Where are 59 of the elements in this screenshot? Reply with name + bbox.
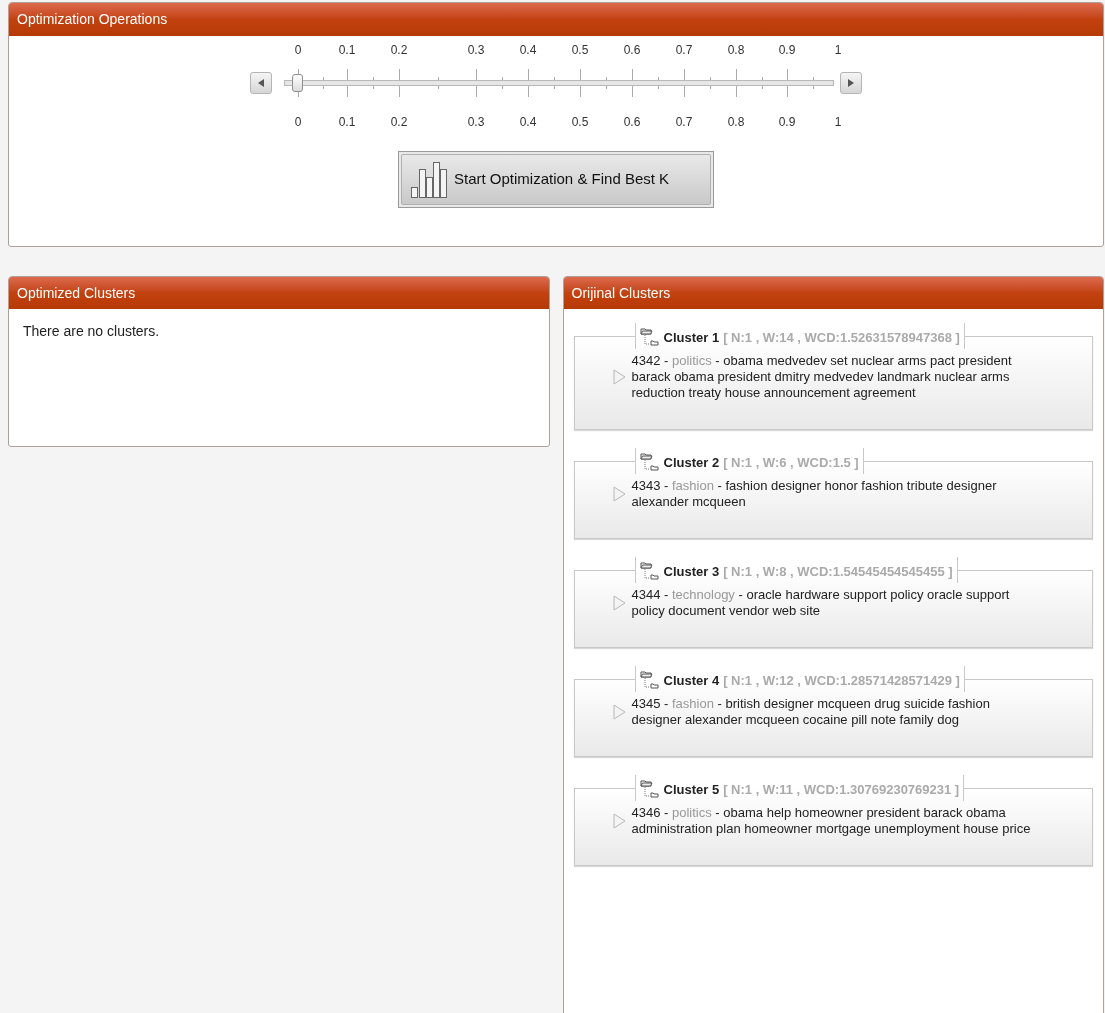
expand-triangle-icon[interactable] (612, 595, 626, 611)
tick-label: 0.3 (467, 114, 485, 131)
tick-label: 0 (294, 42, 302, 59)
tick-label: 0.2 (390, 42, 408, 59)
tick-label: 0.8 (727, 42, 745, 59)
panel-header: Orijinal Clusters (563, 277, 1103, 309)
tick-label: 0.3 (467, 42, 485, 59)
tick-label: 0.5 (571, 114, 589, 131)
tick-label: 0.7 (675, 42, 693, 59)
slider-left-button[interactable] (250, 72, 272, 94)
folder-tree-icon (639, 561, 660, 581)
panel-header: Optimization Operations (9, 3, 1103, 36)
empty-message: There are no clusters. (22, 322, 161, 341)
panel-header: Optimized Clusters (9, 277, 549, 309)
tick-label: 0.4 (519, 42, 537, 59)
folder-tree-icon (639, 670, 660, 690)
cluster-name: Cluster 4 (663, 671, 720, 690)
cluster-name: Cluster 5 (663, 780, 720, 799)
expand-triangle-icon[interactable] (612, 704, 626, 720)
tick-label: 0.1 (338, 114, 356, 131)
expand-triangle-icon[interactable] (612, 486, 626, 502)
expand-triangle-icon[interactable] (612, 369, 626, 385)
cluster-name: Cluster 2 (663, 453, 720, 472)
document-text: 4346 - politics - obama help homeowner president barack obama administration plan homeowner mortgage unemployment house price (631, 805, 1032, 837)
tick-label: 0.6 (623, 42, 641, 59)
cluster-stats: [ N:1 , W:12 , WCD:1.28571428571429 ] (723, 671, 960, 690)
cluster-stats: [ N:1 , W:6 , WCD:1.5 ] (723, 453, 859, 472)
document-text: 4344 - technology - oracle hardware support policy oracle support policy document vendor web site (631, 587, 1011, 619)
tick-label: 1 (834, 114, 842, 131)
document-text: 4342 - politics - obama medvedev set nuclear arms pact president barack obama president dmitry medvedev landmark nuclear arms reduction treaty house announcement agreement (631, 353, 1013, 401)
left-arrow-icon (258, 79, 264, 87)
cluster-stats: [ N:1 , W:14 , WCD:1.52631578947368 ] (723, 328, 960, 347)
tick-label: 0.6 (623, 114, 641, 131)
bar-chart-icon (410, 160, 448, 199)
right-arrow-icon (848, 79, 854, 87)
document-text: 4343 - fashion - fashion designer honor fashion tribute designer alexander mcqueen (631, 478, 998, 510)
cluster-name: Cluster 1 (663, 328, 720, 347)
tick-label: 0.9 (778, 42, 796, 59)
folder-tree-icon (639, 452, 660, 472)
tick-label: 0.8 (727, 114, 745, 131)
tick-label: 0 (294, 114, 302, 131)
tick-label: 0.9 (778, 114, 796, 131)
cluster-stats: [ N:1 , W:8 , WCD:1.54545454545455 ] (723, 562, 953, 581)
cluster-stats: [ N:1 , W:11 , WCD:1.30769230769231 ] (723, 780, 960, 799)
document-text: 4345 - fashion - british designer mcqueen drug suicide fashion designer alexander mcqueen cocaine pill note family dog (631, 696, 991, 728)
folder-tree-icon (639, 779, 660, 799)
start-optimization-button[interactable]: Start Optimization & Find Best K (401, 154, 711, 205)
tick-label: 1 (834, 42, 842, 59)
slider-right-button[interactable] (840, 72, 862, 94)
tick-label: 0.1 (338, 42, 356, 59)
tick-label: 0.7 (675, 114, 693, 131)
tick-label: 0.4 (519, 114, 537, 131)
slider-thumb[interactable] (292, 74, 303, 92)
tick-label: 0.5 (571, 42, 589, 59)
expand-triangle-icon[interactable] (612, 813, 626, 829)
slider-track[interactable] (281, 68, 837, 98)
tick-label: 0.2 (390, 114, 408, 131)
cluster-name: Cluster 3 (663, 562, 720, 581)
folder-tree-icon (639, 327, 660, 347)
